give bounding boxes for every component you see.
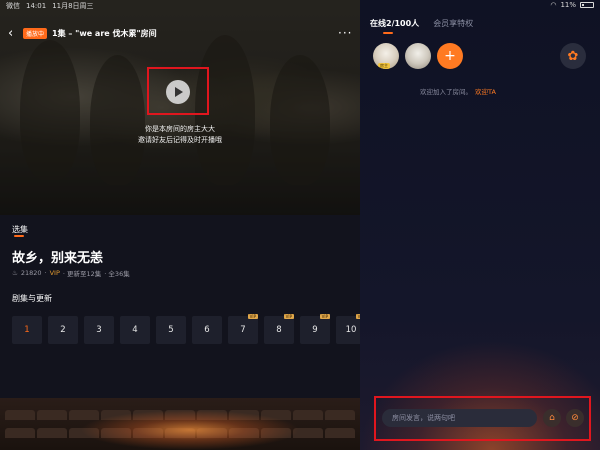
status-right: ◠ 11% — [550, 1, 594, 9]
episode-number: 10 — [345, 325, 357, 335]
play-icon — [175, 87, 183, 97]
episode-button[interactable]: 8 VIP — [264, 314, 294, 344]
member-list: 房主 + — [373, 43, 463, 69]
episode-button[interactable]: 4 — [120, 316, 150, 344]
vip-label: VIP — [49, 269, 60, 277]
section-title-episodes: 剧集与更新 — [12, 294, 52, 303]
status-left: 微信 14:01 11月8日周三 — [6, 1, 94, 11]
video-top-bar: ‹ 播放中 1集 – "we are 伐木累"房间 — [8, 27, 157, 40]
seat — [325, 428, 355, 438]
tab-underline — [14, 235, 24, 237]
host-message-line1: 你是本房间的房主大大 — [145, 125, 215, 133]
episode-number: 2 — [60, 325, 66, 335]
play-button[interactable] — [166, 80, 190, 104]
room-tab-underline — [383, 32, 393, 34]
episode-number: 5 — [168, 325, 174, 335]
more-icon[interactable]: ··· — [338, 26, 352, 40]
episode-number: 9 — [312, 325, 318, 335]
status-app: 微信 — [6, 2, 20, 10]
vip-badge: VIP — [247, 314, 258, 319]
episode-button[interactable]: 9 VIP — [300, 314, 330, 344]
battery-icon — [580, 2, 594, 8]
episode-button[interactable]: 2 — [48, 316, 78, 344]
room-tabs: 在线2/100人 会员享特权 — [370, 18, 473, 29]
tab-online[interactable]: 在线2/100人 — [370, 18, 419, 29]
seat — [5, 428, 35, 438]
host-message-line2: 邀请好友后记得及时开播哦 — [138, 136, 222, 144]
episode-button[interactable]: 7 VIP — [228, 314, 258, 344]
left-panel: ‹ 播放中 1集 – "we are 伐木累"房间 ··· 你是本房间的房主大大… — [0, 0, 366, 450]
stage-glow — [80, 410, 300, 450]
gift-icon[interactable]: ⌂ — [543, 409, 561, 427]
plus-icon[interactable]: + — [437, 43, 463, 69]
welcome-text: 欢迎加入了房间。 — [420, 88, 472, 96]
vip-dot: · — [44, 269, 47, 277]
seat — [37, 410, 67, 420]
episode-button[interactable]: 5 — [156, 316, 186, 344]
episode-number: 8 — [276, 325, 282, 335]
show-meta: ♨ 21820 · VIP · 更新至12集 · 全36集 — [12, 268, 130, 278]
episode-number: 3 — [96, 325, 102, 335]
vip-badge: VIP — [319, 314, 330, 319]
playing-tag: 播放中 — [23, 28, 48, 39]
tab-privileges[interactable]: 会员享特权 — [433, 18, 473, 29]
room-panel: 在线2/100人 会员享特权 房主 + — [360, 0, 600, 450]
heat-count: 21820 — [20, 269, 42, 277]
status-battery-text: 11% — [560, 1, 576, 9]
tab-episodes[interactable]: 选集 — [12, 224, 28, 235]
back-icon[interactable]: ‹ — [8, 27, 18, 40]
seat — [5, 410, 35, 420]
episode-number: 4 — [132, 325, 138, 335]
host-badge: 房主 — [378, 63, 390, 69]
avatar[interactable]: 房主 — [373, 43, 399, 69]
episode-list: 1 2 3 4 5 6 7 VIP 8 VIP 9 VIP 10 VIP — [12, 314, 366, 344]
episode-number: 7 — [240, 325, 246, 335]
chat-input[interactable] — [382, 409, 537, 427]
avatar[interactable] — [405, 43, 431, 69]
video-title: 1集 – "we are 伐木累"房间 — [52, 29, 157, 38]
episode-number: 1 — [24, 325, 30, 335]
status-date: 11月8日周三 — [52, 2, 94, 10]
heat-icon: ♨ — [12, 269, 18, 277]
episode-button[interactable]: 1 — [12, 316, 42, 344]
total-episodes: · 全36集 — [104, 270, 130, 278]
mic-off-icon[interactable]: ⊘ — [566, 409, 584, 427]
episode-button[interactable]: 3 — [84, 316, 114, 344]
seat — [37, 428, 67, 438]
status-time: 14:01 — [26, 2, 47, 10]
welcome-message: 欢迎加入了房间。 欢迎TA — [420, 86, 496, 96]
welcome-cta[interactable]: 欢迎TA — [475, 88, 496, 96]
seat — [325, 410, 355, 420]
status-bar: 微信 14:01 11月8日周三 ◠ 11% — [0, 0, 600, 12]
gear-icon[interactable]: ✿ — [560, 43, 586, 69]
update-status: · 更新至12集 — [62, 270, 102, 278]
episode-number: 6 — [204, 325, 210, 335]
vip-badge: VIP — [283, 314, 294, 319]
wifi-icon: ◠ — [550, 1, 557, 9]
show-title: 故乡，别来无恙 — [12, 251, 104, 266]
episode-button[interactable]: 6 — [192, 316, 222, 344]
